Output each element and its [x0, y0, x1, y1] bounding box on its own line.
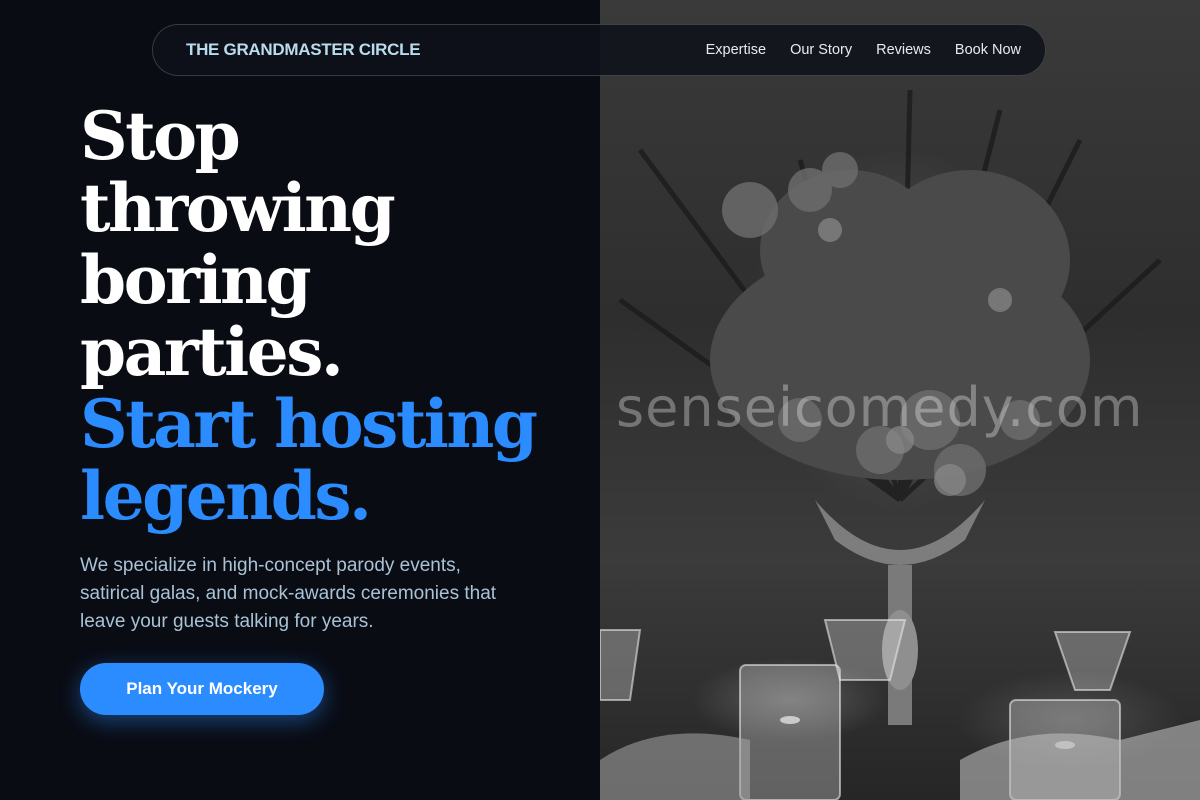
hero-headline: Stop throwing boring parties. Start host…	[80, 97, 538, 535]
plan-your-mockery-button[interactable]: Plan Your Mockery	[80, 663, 324, 715]
top-navbar: THE GRANDMASTER CIRCLE Expertise Our Sto…	[152, 24, 1046, 76]
nav-links: Expertise Our Story Reviews Book Now	[706, 42, 1021, 58]
nav-link-expertise[interactable]: Expertise	[706, 42, 766, 58]
headline-accent-line: Start hosting	[80, 385, 538, 463]
headline-accent-line: legends.	[80, 457, 372, 535]
hero-description: We specialize in high-concept parody eve…	[80, 555, 497, 632]
hero-image: senseicomedy.com	[600, 0, 1200, 800]
headline-line: boring	[80, 241, 312, 319]
brand-logo-text[interactable]: THE GRANDMASTER CIRCLE	[186, 40, 421, 60]
nav-link-our-story[interactable]: Our Story	[790, 42, 852, 58]
nav-link-book-now[interactable]: Book Now	[955, 42, 1021, 58]
nav-link-reviews[interactable]: Reviews	[876, 42, 931, 58]
headline-line: throwing	[80, 169, 396, 247]
headline-line: parties.	[80, 313, 344, 391]
watermark-text: senseicomedy.com	[616, 376, 1144, 439]
headline-line: Stop	[80, 97, 241, 175]
